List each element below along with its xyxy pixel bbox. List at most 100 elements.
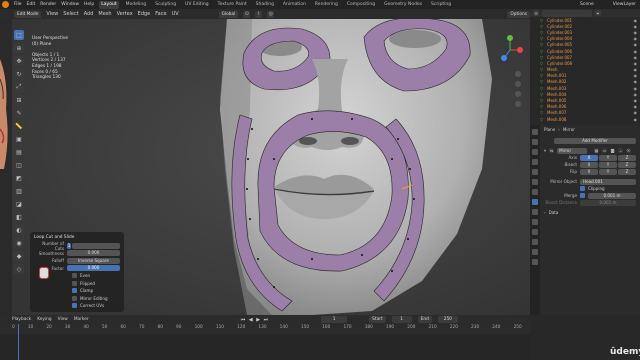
constraints-tab-icon[interactable] xyxy=(532,229,538,235)
flipped-checkbox[interactable] xyxy=(72,280,77,286)
outliner-item[interactable]: ▽ Cylinder.003 ◉ xyxy=(530,29,640,35)
mirror-editing-row[interactable]: Mirror Editing xyxy=(34,295,120,303)
eye-icon[interactable]: ◉ xyxy=(634,61,640,66)
end-frame-field[interactable]: 250 xyxy=(437,316,458,323)
last-operator-panel[interactable]: Loop Cut and Slide Number of Cuts 1 Smoo… xyxy=(30,232,124,312)
number-of-cuts-field-rest[interactable] xyxy=(72,242,120,249)
eye-icon[interactable]: ◉ xyxy=(634,30,640,35)
eye-icon[interactable]: ◉ xyxy=(634,49,640,54)
texture-tab-icon[interactable] xyxy=(532,259,538,265)
header-menu-uv[interactable]: UV xyxy=(172,11,179,17)
measure-tool-icon[interactable]: 📏 xyxy=(14,121,24,131)
view-layer-tab-icon[interactable] xyxy=(532,159,538,165)
menu-window[interactable]: Window xyxy=(61,2,79,7)
shrink-fatten-tool-icon[interactable]: ◇ xyxy=(14,264,24,274)
eye-icon[interactable]: ◉ xyxy=(634,79,640,84)
outliner-item[interactable]: ▽ Cylinder.008 ◉ xyxy=(530,60,640,66)
eye-icon[interactable]: ◉ xyxy=(634,73,640,78)
menu-render[interactable]: Render xyxy=(40,2,56,7)
flip-z-toggle[interactable]: Z xyxy=(618,168,636,175)
data-tab-icon[interactable] xyxy=(532,239,538,245)
outliner-item[interactable]: ▽ Mesh.008 ◉ xyxy=(530,116,640,122)
merge-checkbox[interactable] xyxy=(580,193,585,198)
outliner-search-input[interactable] xyxy=(542,9,592,17)
snap-icon[interactable]: ⌇ xyxy=(255,10,263,18)
outliner-item[interactable]: ▽ Cylinder.004 ◉ xyxy=(530,36,640,42)
workspace-tab-compositing[interactable]: Compositing xyxy=(345,1,377,9)
menu-edit[interactable]: Edit xyxy=(27,2,36,7)
eye-icon[interactable]: ◉ xyxy=(634,36,640,41)
edge-slide-tool-icon[interactable]: ◆ xyxy=(14,251,24,261)
bisect-x-toggle[interactable]: X xyxy=(580,161,598,168)
header-menu-face[interactable]: Face xyxy=(155,11,166,17)
menu-help[interactable]: Help xyxy=(84,2,94,7)
clipping-checkbox[interactable] xyxy=(580,186,585,191)
transform-tool-icon[interactable]: ⊞ xyxy=(14,95,24,105)
expand-arrow-icon[interactable]: ▾ xyxy=(544,148,546,153)
factor-field[interactable]: 0.000 xyxy=(67,265,120,272)
extrude-tool-icon[interactable]: ▤ xyxy=(14,147,24,157)
navigation-gizmo[interactable] xyxy=(470,30,528,150)
timeline-menu-view[interactable]: View xyxy=(58,317,68,322)
add-cube-tool-icon[interactable]: ▣ xyxy=(14,134,24,144)
modifier-menu-icon[interactable]: ⌄ xyxy=(618,148,624,153)
loop-cut-tool-icon[interactable]: ▥ xyxy=(14,186,24,196)
timeline-track-area[interactable] xyxy=(0,334,530,360)
menu-file[interactable]: File xyxy=(14,2,22,7)
modifier-name-field[interactable]: Mirror xyxy=(557,147,588,154)
axis-gizmo-icon[interactable] xyxy=(470,30,528,150)
flip-x-toggle[interactable]: X xyxy=(580,168,598,175)
add-modifier-button[interactable]: Add Modifier xyxy=(554,137,636,144)
correct-uvs-row[interactable]: Correct UVs xyxy=(34,302,120,310)
workspace-tab-animation[interactable]: Animation xyxy=(281,1,308,9)
timeline-ruler[interactable]: 0 10 20 30 40 50 60 70 80 90 100 110 120 130 140 150 160… xyxy=(12,325,522,333)
editmode-toggle-icon[interactable]: ▦ xyxy=(594,148,600,153)
playhead[interactable] xyxy=(18,324,19,360)
workspace-tab-modeling[interactable]: Modeling xyxy=(124,1,148,9)
spin-tool-icon[interactable]: ◐ xyxy=(14,225,24,235)
outliner-item[interactable]: ▽ Mesh.004 ◉ xyxy=(530,91,640,97)
outliner-item[interactable]: ▽ Mesh.003 ◉ xyxy=(530,85,640,91)
mode-selector[interactable]: Edit Mode xyxy=(14,10,42,18)
even-checkbox[interactable] xyxy=(72,273,77,279)
eye-icon[interactable]: ◉ xyxy=(634,18,640,23)
material-tab-icon[interactable] xyxy=(532,249,538,255)
flipped-row[interactable]: Flipped xyxy=(34,280,120,288)
particles-tab-icon[interactable] xyxy=(532,209,538,215)
header-menu-view[interactable]: View xyxy=(46,11,58,17)
viewport-toggle-icon[interactable]: ▭ xyxy=(602,148,608,153)
bisect-y-toggle[interactable]: Y xyxy=(599,161,617,168)
proportional-edit-icon[interactable]: ◎ xyxy=(267,10,275,18)
object-tab-icon[interactable] xyxy=(532,189,538,195)
bevel-tool-icon[interactable]: ◩ xyxy=(14,173,24,183)
inset-tool-icon[interactable]: ◫ xyxy=(14,160,24,170)
tool-tab-icon[interactable] xyxy=(532,129,538,135)
select-box-tool-icon[interactable]: ⬚ xyxy=(14,30,24,40)
header-menu-edge[interactable]: Edge xyxy=(138,11,151,17)
clamp-checkbox[interactable] xyxy=(72,288,77,294)
blender-logo-icon[interactable] xyxy=(2,1,9,8)
axis-z-toggle[interactable]: Z xyxy=(618,154,636,161)
eye-icon[interactable]: ◉ xyxy=(634,86,640,91)
playback-controls[interactable]: ⏮ ◀ ▶ ⏭ xyxy=(241,317,269,323)
world-tab-icon[interactable] xyxy=(532,179,538,185)
filter-icon[interactable]: ⏷ xyxy=(595,10,601,16)
eye-icon[interactable]: ◉ xyxy=(634,110,640,115)
current-frame-field[interactable]: 1 xyxy=(321,316,348,323)
outliner-item[interactable]: ▽ Cylinder.007 ◉ xyxy=(530,54,640,60)
outliner-item[interactable]: ▽ Mesh.007 ◉ xyxy=(530,110,640,116)
header-menu-mesh[interactable]: Mesh xyxy=(98,11,111,17)
number-of-cuts-field[interactable]: 1 xyxy=(67,242,71,249)
render-toggle-icon[interactable]: ◙ xyxy=(610,148,616,153)
outliner-item[interactable]: ▽ Mesh ◉ xyxy=(530,67,640,73)
knife-tool-icon[interactable]: ◪ xyxy=(14,199,24,209)
falloff-dropdown[interactable]: Inverse Square xyxy=(67,257,120,264)
eye-icon[interactable]: ◉ xyxy=(634,55,640,60)
move-tool-icon[interactable]: ✥ xyxy=(14,56,24,66)
poly-build-tool-icon[interactable]: ◧ xyxy=(14,212,24,222)
outliner-item[interactable]: ▽ Cylinder.005 ◉ xyxy=(530,42,640,48)
smooth-tool-icon[interactable]: ◉ xyxy=(14,238,24,248)
outliner-item[interactable]: ▽ Mesh.006 ◉ xyxy=(530,104,640,110)
view-layer-selector[interactable]: ViewLayer xyxy=(613,2,636,7)
timeline-menu-playback[interactable]: Playback xyxy=(12,317,31,322)
